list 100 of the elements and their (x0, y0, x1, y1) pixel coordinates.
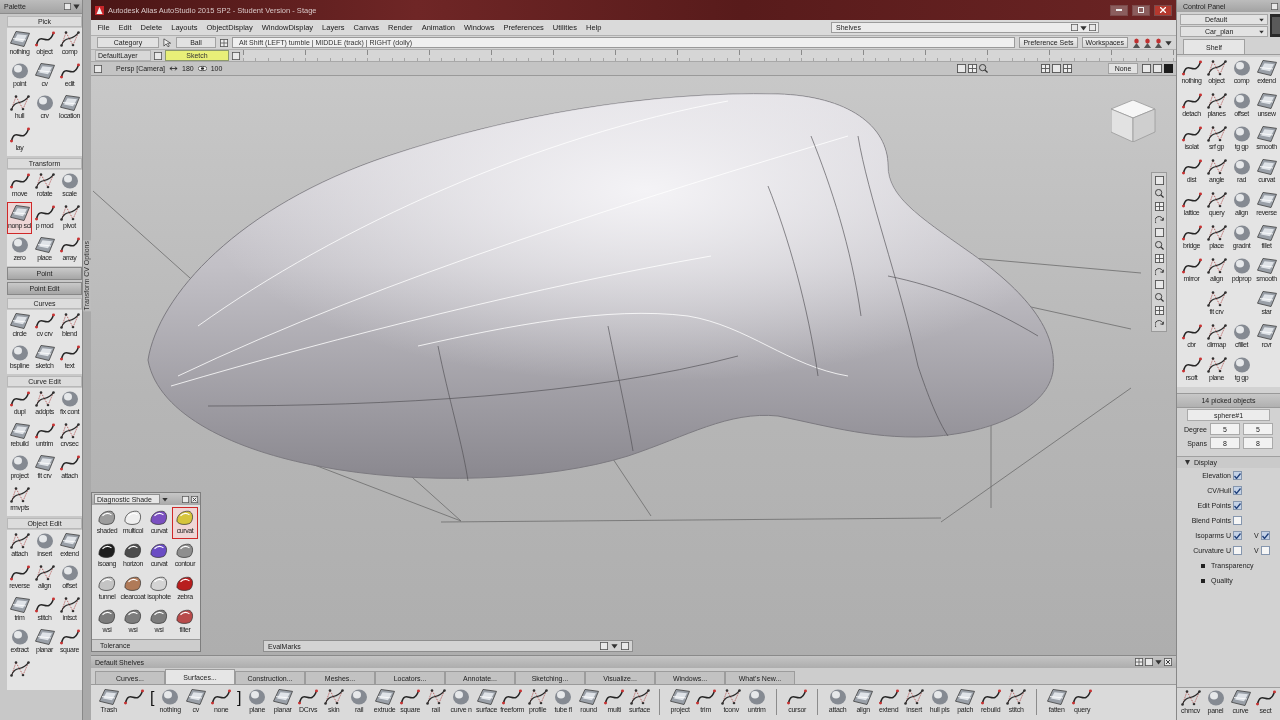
square-icon[interactable] (1271, 2, 1278, 10)
checkbox[interactable] (1260, 531, 1270, 540)
cv-hull-icon (1206, 225, 1227, 241)
surface-patch-icon (1256, 192, 1277, 208)
group-bracket: ] (236, 688, 242, 708)
grid-icon[interactable] (1154, 202, 1164, 211)
cv-hull-icon (59, 423, 80, 439)
shaded-blob-icon (98, 510, 116, 526)
square-icon[interactable] (1071, 24, 1078, 31)
cv-hull-icon (904, 689, 925, 705)
grid-icon[interactable] (968, 64, 977, 73)
minimize-button[interactable] (1110, 4, 1128, 16)
square-icon[interactable] (1145, 658, 1153, 666)
checkbox[interactable] (1233, 531, 1242, 540)
checkbox[interactable] (1233, 486, 1242, 495)
shaded-blob-icon (124, 609, 142, 625)
magnifier-icon[interactable] (1154, 189, 1164, 198)
cv-hull-icon (629, 689, 650, 705)
surface-patch-icon (1256, 258, 1277, 274)
curve-icon (1181, 225, 1202, 241)
close-icon (1160, 7, 1166, 13)
square-icon[interactable] (182, 495, 189, 503)
rotate-arrow-icon[interactable] (1154, 215, 1164, 224)
checkbox[interactable] (1233, 501, 1242, 510)
curve-icon (34, 597, 55, 613)
magnifier-icon[interactable] (1154, 293, 1164, 302)
cv-hull-icon (1180, 690, 1201, 706)
sphere-icon (1231, 126, 1252, 142)
grid-icon[interactable] (1154, 254, 1164, 263)
square-icon[interactable] (957, 64, 966, 73)
shaded-blob-icon (176, 510, 194, 526)
caret-icon (1259, 17, 1264, 22)
cv-hull-icon (1206, 324, 1227, 340)
square-icon[interactable] (64, 3, 71, 10)
cv-hull-icon (1206, 93, 1227, 109)
cv-hull-icon (721, 689, 742, 705)
grid-icon[interactable] (220, 38, 228, 47)
close-icon[interactable] (1164, 658, 1172, 666)
cv-hull-icon (34, 173, 55, 189)
square-icon[interactable] (1052, 64, 1061, 73)
surface-patch-icon (98, 689, 119, 705)
caret-icon[interactable] (162, 496, 168, 502)
grid-icon[interactable] (1135, 658, 1143, 666)
checkmark-icon (1234, 487, 1241, 494)
caret-icon[interactable] (611, 643, 618, 649)
sphere-icon (34, 95, 55, 111)
sphere-icon (247, 689, 268, 705)
cv-hull-icon (323, 689, 344, 705)
grid-icon[interactable] (1063, 64, 1072, 73)
checkbox[interactable] (1233, 516, 1242, 525)
checkbox[interactable] (1233, 471, 1242, 480)
cv-hull-icon (34, 391, 55, 407)
maximize-button[interactable] (1132, 4, 1150, 16)
figure-icon[interactable] (1132, 37, 1141, 48)
magnifier-icon[interactable] (1154, 241, 1164, 250)
cursor-arrow-icon[interactable] (163, 38, 172, 47)
square-icon[interactable] (1153, 64, 1162, 73)
caret-icon[interactable] (73, 3, 80, 10)
grid-icon[interactable] (1154, 306, 1164, 315)
rotate-arrow-icon[interactable] (1154, 319, 1164, 328)
sphere-icon (1231, 93, 1252, 109)
curve-icon (1181, 258, 1202, 274)
rotate-arrow-icon[interactable] (1154, 267, 1164, 276)
square-icon[interactable] (154, 51, 162, 60)
caret-icon[interactable] (1155, 659, 1162, 665)
caret-icon[interactable] (1165, 39, 1172, 46)
square-icon[interactable] (621, 642, 629, 650)
magnifier-icon[interactable] (979, 64, 988, 73)
close-button[interactable] (1154, 4, 1172, 16)
shaded-blob-icon (124, 576, 142, 592)
figure-icon[interactable] (1154, 37, 1163, 48)
square-icon[interactable] (232, 51, 240, 60)
frame-icon[interactable] (1154, 228, 1164, 237)
sphere-icon (1231, 258, 1252, 274)
square-icon[interactable] (1142, 64, 1151, 73)
curve-icon (34, 313, 55, 329)
close-icon[interactable] (191, 495, 198, 503)
surface-patch-icon (34, 455, 55, 471)
frame-icon[interactable] (1154, 176, 1164, 185)
shaded-blob-icon (98, 543, 116, 559)
shader-swatch-icon[interactable] (1270, 14, 1280, 37)
square-icon[interactable] (1089, 24, 1096, 31)
square-icon[interactable] (94, 64, 102, 73)
caret-icon[interactable] (1080, 24, 1087, 31)
surface-patch-icon (34, 63, 55, 79)
frame-icon[interactable] (1154, 280, 1164, 289)
shaded-blob-icon (176, 543, 194, 559)
group-bracket: [ (150, 688, 155, 708)
surface-patch-icon (1256, 225, 1277, 241)
surface-patch-icon (34, 629, 55, 645)
square-icon[interactable] (600, 642, 608, 650)
grid-icon[interactable] (1041, 64, 1050, 73)
cv-hull-icon (9, 533, 30, 549)
surface-patch-icon (34, 237, 55, 253)
checkbox[interactable] (1233, 546, 1242, 555)
checkbox[interactable] (1260, 546, 1270, 555)
figure-icon[interactable] (1143, 37, 1152, 48)
curve-icon (1181, 192, 1202, 208)
double-arrow-icon (169, 65, 179, 72)
cv-hull-icon (9, 487, 30, 503)
